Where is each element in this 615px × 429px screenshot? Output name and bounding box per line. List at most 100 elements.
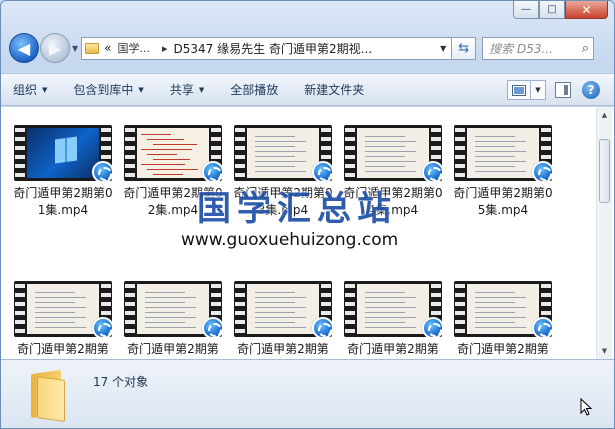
film-strip-edge	[235, 281, 245, 337]
document-frame	[247, 284, 319, 334]
film-strip-edge	[15, 281, 25, 337]
handwritten-chart-frame	[137, 128, 209, 178]
film-strip-edge	[125, 281, 135, 337]
search-icon[interactable]: ⌕	[582, 41, 589, 56]
forward-arrow-icon: ▶	[48, 38, 62, 58]
scroll-up-icon[interactable]: ▲	[597, 107, 612, 123]
video-thumbnail	[14, 125, 112, 181]
document-frame	[357, 128, 429, 178]
view-icon	[512, 84, 526, 96]
document-frame	[27, 284, 99, 334]
video-thumbnail	[454, 281, 552, 337]
file-name: 奇门遁甲第2期第	[17, 342, 109, 356]
media-player-icon	[202, 161, 222, 181]
media-player-icon	[532, 161, 552, 181]
video-thumbnail	[234, 125, 332, 181]
windows-desktop-frame	[27, 128, 99, 178]
watermark-title: 国学汇总站	[197, 189, 397, 229]
folder-icon	[29, 369, 69, 422]
video-thumbnail	[124, 281, 222, 337]
media-player-icon	[312, 161, 332, 181]
breadcrumb-overflow[interactable]: «	[104, 41, 111, 55]
media-player-icon	[92, 161, 112, 181]
media-player-icon	[202, 317, 222, 337]
file-name: 奇门遁甲第2期第05集.mp4	[453, 186, 553, 217]
video-thumbnail	[344, 281, 442, 337]
file-item[interactable]: 奇门遁甲第2期第	[11, 281, 115, 358]
video-thumbnail	[124, 125, 222, 181]
address-dropdown-icon[interactable]: ▼	[435, 44, 451, 53]
media-player-icon	[422, 161, 442, 181]
file-item[interactable]: 奇门遁甲第2期第	[341, 281, 445, 358]
file-item[interactable]: 奇门遁甲第2期第	[121, 281, 225, 358]
organize-menu[interactable]: 组织 ▼	[13, 81, 47, 98]
document-frame	[357, 284, 429, 334]
file-name: 奇门遁甲第2期第01集.mp4	[13, 186, 113, 217]
file-item[interactable]: 奇门遁甲第2期第	[451, 281, 555, 358]
file-name: 奇门遁甲第2期第	[237, 342, 329, 356]
film-strip-edge	[15, 125, 25, 181]
document-frame	[467, 128, 539, 178]
folder-icon	[85, 42, 100, 54]
new-folder-label: 新建文件夹	[304, 83, 365, 97]
command-bar: 组织 ▼ 包含到库中 ▼ 共享 ▼ 全部播放 新建文件夹 ▼ ?	[1, 73, 614, 106]
breadcrumb-item-current[interactable]: D5347 缘易先生 奇门遁甲第2期视...	[174, 40, 373, 57]
chevron-down-icon: ▼	[138, 85, 144, 94]
media-player-icon	[422, 317, 442, 337]
scroll-down-icon[interactable]: ▼	[597, 343, 612, 359]
chevron-down-icon: ▼	[42, 85, 48, 94]
new-folder-button[interactable]: 新建文件夹	[304, 81, 364, 98]
breadcrumb-item-guoxue[interactable]: 国学...	[118, 40, 151, 56]
film-strip-edge	[125, 125, 135, 181]
file-name: 奇门遁甲第2期第	[457, 342, 549, 356]
play-all-button[interactable]: 全部播放	[230, 81, 278, 98]
mouse-cursor-icon	[580, 398, 592, 416]
document-frame	[247, 128, 319, 178]
address-bar[interactable]: « 国学... ▸ D5347 缘易先生 奇门遁甲第2期视... ▼	[81, 36, 453, 60]
share-menu[interactable]: 共享 ▼	[170, 81, 204, 98]
recent-pages-dropdown-icon[interactable]: ▼	[72, 44, 78, 53]
details-pane: 17 个对象	[1, 359, 614, 428]
help-icon[interactable]: ?	[582, 81, 600, 99]
view-options-dropdown-icon[interactable]: ▼	[531, 80, 546, 100]
search-input[interactable]: 搜索 D53... ⌕	[482, 36, 595, 60]
film-strip-edge	[455, 125, 465, 181]
preview-pane-icon[interactable]	[555, 82, 571, 98]
film-strip-edge	[235, 125, 245, 181]
forward-button[interactable]: ▶	[40, 33, 70, 63]
scrollbar-thumb[interactable]	[599, 139, 610, 203]
item-count: 17 个对象	[93, 375, 149, 389]
explorer-window: — □ ✕ ◀ ▶ ▼ « 国学... ▸ D5347 缘易先生 奇门遁甲第2期…	[0, 0, 615, 429]
video-thumbnail	[454, 125, 552, 181]
media-player-icon	[312, 317, 332, 337]
vertical-scrollbar[interactable]: ▲ ▼	[596, 107, 612, 359]
breadcrumb-separator-icon[interactable]: ▸	[162, 42, 168, 55]
minimize-button[interactable]: —	[513, 1, 539, 19]
play-all-label: 全部播放	[230, 83, 279, 97]
search-placeholder: 搜索 D53...	[489, 41, 553, 56]
film-strip-edge	[345, 125, 355, 181]
share-label: 共享	[169, 83, 194, 97]
back-button[interactable]: ◀	[9, 33, 39, 63]
document-frame	[137, 284, 209, 334]
video-thumbnail	[344, 125, 442, 181]
video-thumbnail	[14, 281, 112, 337]
file-name: 奇门遁甲第2期第	[347, 342, 439, 356]
caption-buttons: — □ ✕	[513, 1, 608, 19]
maximize-button[interactable]: □	[539, 1, 565, 19]
organize-label: 组织	[13, 83, 38, 97]
change-view-button[interactable]	[507, 80, 531, 100]
navigation-bar: ◀ ▶ ▼ « 国学... ▸ D5347 缘易先生 奇门遁甲第2期视... ▼…	[9, 33, 606, 63]
refresh-button[interactable]: ⇆	[452, 36, 477, 60]
video-thumbnail	[234, 281, 332, 337]
refresh-icon: ⇆	[458, 40, 470, 56]
close-button[interactable]: ✕	[565, 1, 608, 19]
film-strip-edge	[455, 281, 465, 337]
file-item[interactable]: 奇门遁甲第2期第01集.mp4	[11, 125, 115, 219]
watermark-url: www.guoxuehuizong.com	[181, 230, 399, 250]
file-item[interactable]: 奇门遁甲第2期第	[231, 281, 335, 358]
media-player-icon	[532, 317, 552, 337]
media-player-icon	[92, 317, 112, 337]
file-item[interactable]: 奇门遁甲第2期第05集.mp4	[451, 125, 555, 219]
include-in-library-menu[interactable]: 包含到库中 ▼	[73, 81, 143, 98]
